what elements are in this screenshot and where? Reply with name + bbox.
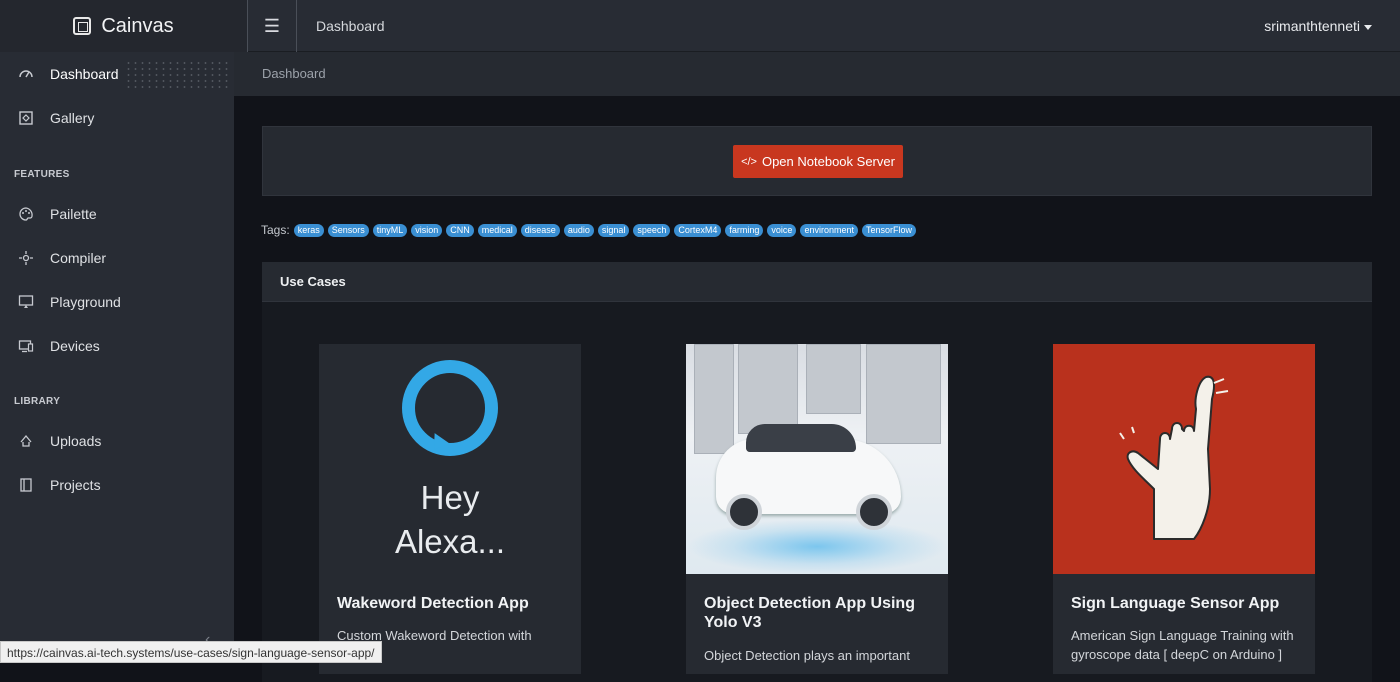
sidebar-item-devices[interactable]: Devices [0,324,234,368]
use-case-card-wakeword[interactable]: Hey Alexa... Wakeword Detection App Cust… [319,344,581,674]
section-library: LIBRARY [14,396,61,407]
brand-name: Cainvas [101,14,174,37]
code-icon: </> [741,155,757,168]
tag[interactable]: Sensors [327,223,369,237]
use-case-card-sign-language[interactable]: Sign Language Sensor App American Sign L… [1053,344,1315,674]
sidebar-item-label: Pailette [50,206,97,222]
tag[interactable]: tinyML [372,223,408,237]
breadcrumb[interactable]: Dashboard [262,66,326,81]
card-title[interactable]: Sign Language Sensor App [1071,594,1301,613]
tag[interactable]: medical [477,223,517,237]
uploads-icon [18,433,34,449]
tag[interactable]: vision [411,223,443,237]
section-features: FEATURES [14,169,70,180]
page-title: Dashboard [316,18,385,34]
top-header: Cainvas ☰ Dashboard srimanthtenneti [0,0,1400,52]
tag[interactable]: voice [767,223,797,237]
alexa-image: Hey Alexa... [319,344,581,574]
book-icon [18,477,34,493]
card-title[interactable]: Wakeword Detection App [337,594,567,613]
tag[interactable]: CNN [446,223,474,237]
tags-label: Tags: [261,223,290,237]
tags-row: Tags: keras Sensors tinyML vision CNN me… [261,223,920,237]
sidebar-item-label: Gallery [50,110,95,126]
tag[interactable]: CortexM4 [674,223,722,237]
use-case-card-object-detection[interactable]: Object Detection App Using Yolo V3 Objec… [686,344,948,674]
notebook-card: </> Open Notebook Server [262,126,1372,196]
hamburger-icon: ☰ [263,15,281,36]
monitor-icon [18,294,34,310]
tag[interactable]: disease [520,223,560,237]
tag[interactable]: signal [597,223,630,237]
caret-down-icon [1364,24,1372,30]
tag[interactable]: farming [725,223,764,237]
breadcrumb-bar: Dashboard [234,52,1400,96]
tag[interactable]: audio [563,223,594,237]
open-notebook-server-label: Open Notebook Server [761,154,895,169]
sidebar-item-label: Playground [50,294,121,310]
gallery-icon [18,110,34,126]
compiler-icon [18,250,34,266]
speedometer-icon [18,66,34,82]
open-notebook-server-button[interactable]: </> Open Notebook Server [733,145,903,178]
use-cases-title: Use Cases [262,262,1372,302]
sidebar-item-label: Devices [50,338,100,354]
card-title[interactable]: Object Detection App Using Yolo V3 [704,594,934,632]
car-image [686,344,948,574]
sidebar-item-playground[interactable]: Playground [0,280,234,324]
sidebar: Dashboard Gallery FEATURES Pailette Comp… [0,52,234,663]
use-cases-panel: Use Cases Hey Alexa... Wakeword Detectio… [262,262,1372,682]
sidebar-item-label: Uploads [50,433,102,449]
sidebar-item-gallery[interactable]: Gallery [0,96,234,140]
menu-toggle-button[interactable]: ☰ [247,0,297,52]
palette-icon [18,206,34,222]
alexa-image-text: Hey Alexa... [394,479,506,560]
status-url: https://cainvas.ai-tech.systems/use-case… [0,641,382,663]
card-description: American Sign Language Training with gyr… [1071,628,1294,662]
sidebar-item-compiler[interactable]: Compiler [0,236,234,280]
chip-icon [73,17,92,35]
tag[interactable]: speech [633,223,671,237]
sidebar-item-projects[interactable]: Projects [0,463,234,507]
sidebar-item-label: Dashboard [50,66,119,82]
sidebar-item-pailette[interactable]: Pailette [0,192,234,236]
tag[interactable]: environment [800,223,858,237]
hand-image [1053,344,1315,574]
devices-icon [18,338,34,354]
username: srimanthtenneti [1264,18,1360,34]
tag[interactable]: TensorFlow [861,223,916,237]
sidebar-item-uploads[interactable]: Uploads [0,419,234,463]
sidebar-item-label: Projects [50,477,101,493]
user-menu[interactable]: srimanthtenneti [1264,18,1372,34]
card-description: Object Detection plays an important [704,648,910,663]
brand-logo[interactable]: Cainvas [0,0,247,52]
hand-gesture-icon [1119,375,1229,540]
sidebar-item-label: Compiler [50,250,107,266]
main-content: </> Open Notebook Server Tags: keras Sen… [234,96,1400,682]
sidebar-item-dashboard[interactable]: Dashboard [0,52,234,96]
alexa-ring-icon [402,360,498,456]
tag[interactable]: keras [293,223,324,237]
